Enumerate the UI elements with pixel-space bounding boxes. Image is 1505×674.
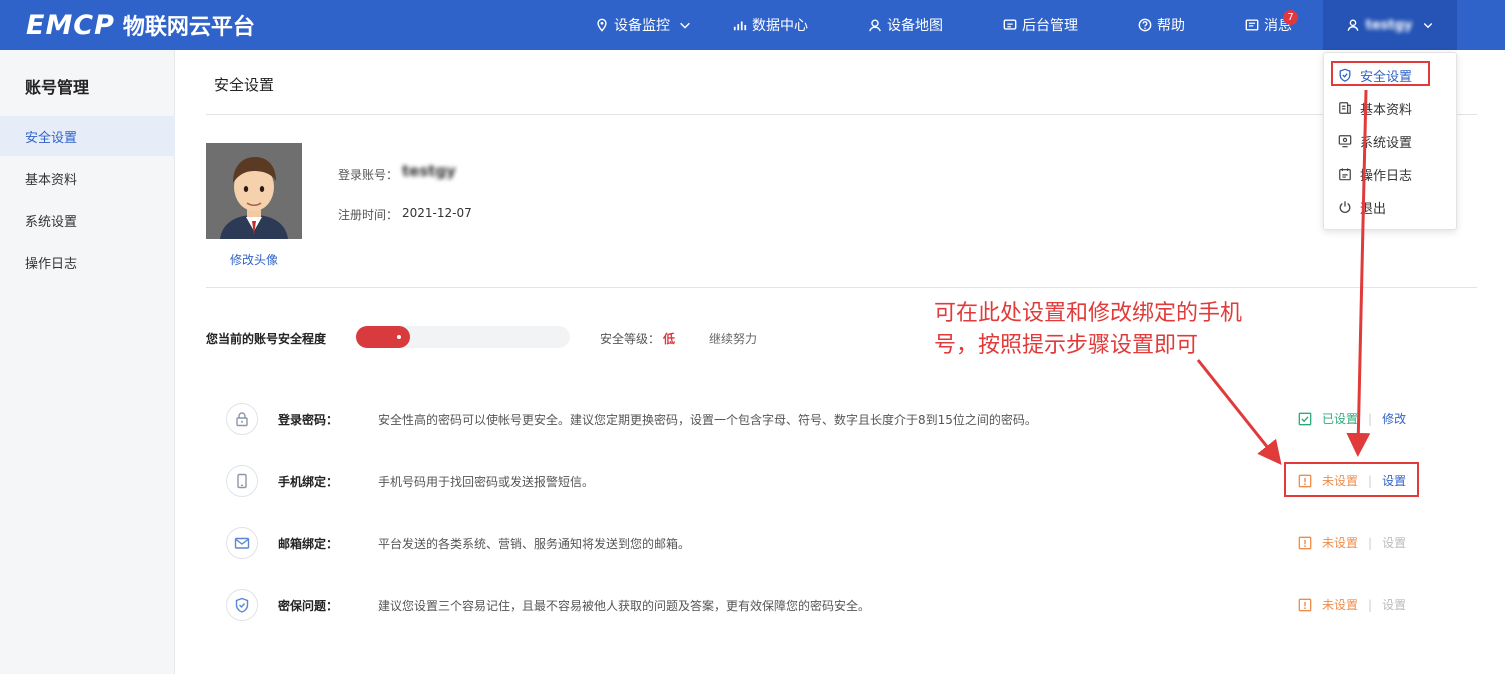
set-question-link[interactable]: 设置 — [1382, 596, 1406, 613]
password-status: 已设置 | 修改 — [1298, 410, 1406, 427]
nav-messages[interactable]: 消息 — [1245, 0, 1292, 50]
level-value: 低 — [663, 332, 676, 346]
security-progress-bar — [356, 326, 570, 348]
menu-item-logs[interactable]: 操作日志 — [1338, 163, 1412, 185]
logo[interactable]: EMCP 物联网云平台 — [26, 8, 255, 42]
question-status: 未设置 | 设置 — [1298, 596, 1406, 613]
email-desc: 平台发送的各类系统、营销、服务通知将发送到您的邮箱。 — [378, 537, 691, 551]
sidebar-item-system[interactable]: 系统设置 — [0, 200, 175, 240]
question-desc: 建议您设置三个容易记住，且最不容易被他人获取的问题及答案，更有效保障您的密码安全… — [378, 599, 871, 613]
chart-icon — [733, 21, 747, 31]
highlight-box-security-menu — [1331, 61, 1430, 86]
password-label: 登录密码： — [278, 413, 339, 427]
account-value: testgy — [402, 162, 456, 180]
status-text: 未设置 — [1322, 598, 1359, 612]
username: testgy — [1365, 17, 1413, 33]
logo-text: 物联网云平台 — [122, 15, 255, 40]
menu-item-label: 退出 — [1360, 201, 1387, 217]
email-status: 未设置 | 设置 — [1298, 534, 1406, 551]
shield-check-icon — [226, 589, 258, 621]
location-pin-icon — [597, 18, 607, 32]
menu-item-logout[interactable]: 退出 — [1338, 196, 1386, 218]
divider — [206, 114, 1477, 115]
phone-label: 手机绑定： — [278, 475, 339, 489]
menu-item-label: 基本资料 — [1360, 102, 1413, 118]
nav-help[interactable]: 帮助 — [1138, 0, 1185, 50]
security-progress-knob — [395, 333, 403, 341]
modify-password-link[interactable]: 修改 — [1382, 410, 1406, 427]
logo-emcp: EMCP — [26, 9, 115, 41]
reg-time-label: 注册时间： — [338, 208, 399, 222]
password-desc: 安全性高的密码可以使帐号更安全。建议您定期更换密码，设置一个包含字母、符号、数字… — [378, 413, 1037, 427]
nav-label: 帮助 — [1157, 18, 1185, 34]
mail-icon — [226, 527, 258, 559]
sidebar-item-security[interactable]: 安全设置 — [0, 116, 175, 156]
change-avatar-link[interactable]: 修改头像 — [230, 251, 278, 268]
nav-device-map[interactable]: 设备地图 — [868, 0, 943, 50]
annotation-line-2: 号，按照提示步骤设置即可 — [934, 333, 1199, 358]
level-tip: 继续努力 — [709, 332, 758, 346]
message-count-badge: 7 — [1283, 10, 1298, 25]
nav-label: 数据中心 — [752, 18, 808, 34]
chevron-down-icon — [680, 22, 690, 29]
annotation-line-1: 可在此处设置和修改绑定的手机 — [934, 301, 1243, 326]
nav-label: 设备监控 — [614, 18, 670, 34]
sidebar-item-logs[interactable]: 操作日志 — [0, 242, 175, 282]
nav-data-center[interactable]: 数据中心 — [733, 0, 808, 50]
status-text: 未设置 — [1322, 536, 1359, 550]
lock-icon — [226, 403, 258, 435]
warning-icon — [1298, 598, 1312, 611]
nav-device-monitor[interactable]: 设备监控 — [595, 0, 692, 50]
sidebar-title: 账号管理 — [25, 78, 90, 97]
arrow-to-phone-from-text — [1196, 359, 1282, 466]
security-level-label: 您当前的账号安全程度 — [206, 332, 327, 346]
level-label: 安全等级： — [600, 332, 661, 346]
divider — [206, 287, 1477, 288]
menu-item-system[interactable]: 系统设置 — [1338, 130, 1412, 152]
chevron-down-icon — [1424, 23, 1433, 29]
nav-backend[interactable]: 后台管理 — [1003, 0, 1078, 50]
menu-item-label: 操作日志 — [1360, 168, 1413, 184]
help-icon — [1138, 18, 1152, 32]
sidebar-item-profile[interactable]: 基本资料 — [0, 158, 175, 198]
menu-item-label: 系统设置 — [1360, 135, 1413, 151]
reg-time-value: 2021-12-07 — [402, 206, 472, 220]
profile-icon — [1339, 102, 1351, 114]
highlight-box-phone-status — [1284, 462, 1419, 497]
message-icon — [1245, 19, 1259, 31]
page-title: 安全设置 — [214, 76, 275, 94]
nav-label: 设备地图 — [887, 18, 943, 34]
phone-icon — [226, 465, 258, 497]
check-box-icon — [1298, 412, 1312, 425]
warning-icon — [1298, 536, 1312, 549]
question-label: 密保问题： — [278, 599, 339, 613]
top-navbar: EMCP 物联网云平台 设备监控 数据中心 设备地图 后台管理 帮助 消息 7 … — [0, 0, 1505, 50]
power-icon — [1339, 201, 1351, 213]
status-text: 已设置 — [1322, 412, 1359, 426]
account-label: 登录账号： — [338, 168, 399, 182]
user-icon — [1347, 19, 1359, 31]
menu-item-profile[interactable]: 基本资料 — [1338, 97, 1412, 119]
log-icon — [1339, 168, 1351, 181]
separator: | — [1368, 411, 1373, 426]
avatar-image — [206, 143, 302, 239]
nav-label: 后台管理 — [1022, 18, 1078, 34]
map-user-icon — [869, 19, 881, 32]
set-email-link[interactable]: 设置 — [1382, 534, 1406, 551]
annotation-text: 可在此处设置和修改绑定的手机 号，按照提示步骤设置即可 — [934, 298, 1294, 362]
sidebar: 账号管理 安全设置 基本资料 系统设置 操作日志 — [0, 50, 175, 674]
phone-desc: 手机号码用于找回密码或发送报警短信。 — [378, 475, 595, 489]
user-menu[interactable]: testgy — [1323, 0, 1457, 50]
admin-icon — [1003, 19, 1017, 30]
separator: | — [1368, 535, 1373, 550]
avatar[interactable] — [206, 143, 302, 239]
monitor-icon — [1338, 135, 1352, 148]
separator: | — [1368, 597, 1373, 612]
email-label: 邮箱绑定： — [278, 537, 339, 551]
